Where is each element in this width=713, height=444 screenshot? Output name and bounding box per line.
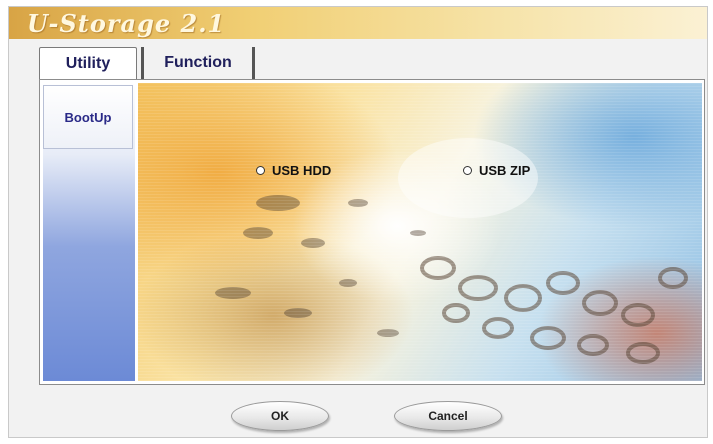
u-storage-window: U-Storage 2.1 Utility Function BootUp US… bbox=[8, 6, 708, 438]
title-bar[interactable]: U-Storage 2.1 bbox=[9, 7, 707, 39]
cancel-button[interactable]: Cancel bbox=[394, 401, 502, 431]
usb-zip-radio-button[interactable] bbox=[463, 166, 472, 175]
sidebar: BootUp bbox=[43, 83, 135, 381]
ok-button[interactable]: OK bbox=[231, 401, 329, 431]
usb-hdd-label: USB HDD bbox=[272, 163, 332, 178]
usb-hdd-radio-button[interactable] bbox=[256, 166, 265, 175]
usb-zip-label: USB ZIP bbox=[479, 163, 531, 178]
tab-function[interactable]: Function bbox=[141, 47, 255, 79]
background-artwork: USB HDD USB ZIP bbox=[138, 83, 702, 381]
tab-bar: Utility Function bbox=[39, 47, 279, 79]
leopard-pattern-graphic bbox=[215, 138, 688, 364]
usb-hdd-radio[interactable]: USB HDD bbox=[256, 163, 331, 178]
tab-utility[interactable]: Utility bbox=[39, 47, 137, 79]
sidebar-item-bootup[interactable]: BootUp bbox=[43, 85, 133, 149]
usb-zip-radio[interactable]: USB ZIP bbox=[463, 163, 530, 178]
utility-panel: BootUp USB HDD USB ZIP bbox=[39, 79, 705, 385]
window-title: U-Storage 2.1 bbox=[27, 9, 226, 38]
